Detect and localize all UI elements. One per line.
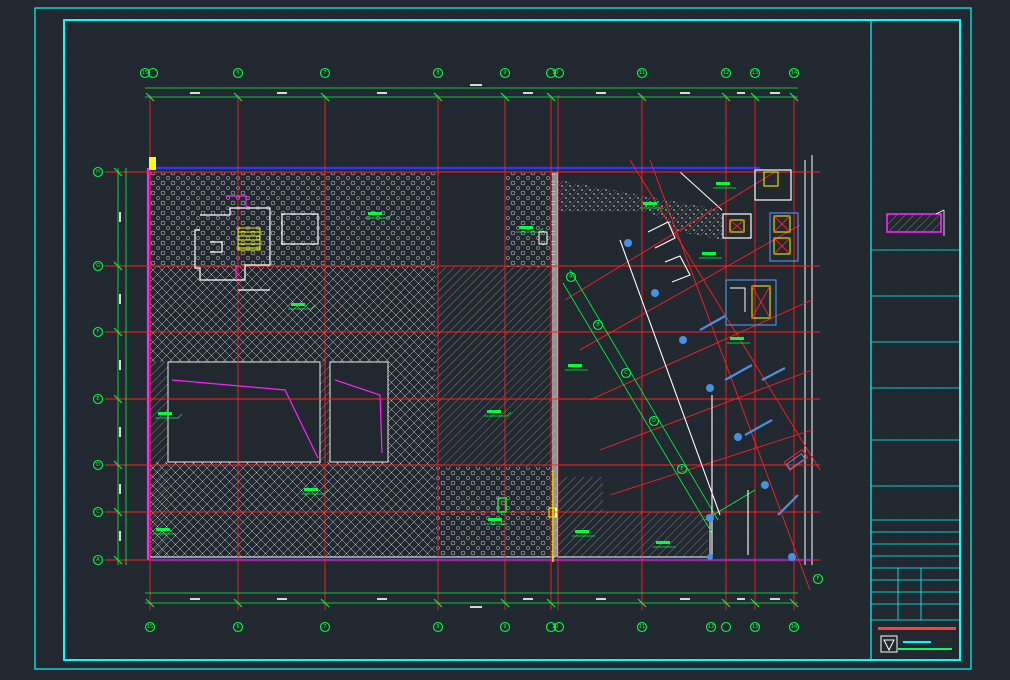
axis-bottom-8: 8	[436, 624, 439, 630]
axis-top-9: 9	[503, 70, 506, 76]
axis-top-12: 12	[723, 70, 729, 76]
axis-top-8: 8	[436, 70, 439, 76]
axis-top-10: 10	[552, 70, 558, 76]
axis-top-15: 15	[142, 70, 148, 76]
axis-diag-E: E	[680, 466, 683, 472]
axis-bottom-14: 14	[791, 624, 797, 630]
axis-bottom-15: 15	[147, 624, 153, 630]
axis-top-13: 13	[752, 70, 758, 76]
axis-bottom-13: 13	[752, 624, 758, 630]
axis-left-H: H	[96, 169, 100, 175]
axis-left-A: A	[96, 557, 100, 563]
axis-bottom-10: 10	[552, 624, 558, 630]
axis-bottom-7: 7	[323, 624, 326, 630]
axis-diag-R: R	[569, 274, 573, 280]
axis-left-E: E	[96, 396, 99, 402]
axis-left-D: D	[96, 462, 100, 468]
axis-diag-F: F	[817, 576, 820, 582]
axis-left-C: C	[96, 509, 100, 515]
axis-diag-D: D	[652, 418, 656, 424]
axis-diag-C: C	[624, 370, 628, 376]
axis-top-7: 7	[323, 70, 326, 76]
axis-bottom-11: 11	[639, 624, 645, 630]
axis-bottom-9: 9	[503, 624, 506, 630]
voids	[167, 361, 389, 463]
cad-drawing: 15 6 7 8 9 10 11 12 13 14 15 6 7 8 9 10 …	[0, 0, 1010, 680]
axis-top-11: 11	[639, 70, 645, 76]
axis-top-6: 6	[236, 70, 239, 76]
axis-bottom-12: 12	[708, 624, 714, 630]
hatched-rectangle-swatch	[886, 209, 945, 236]
axis-left-G: G	[96, 263, 100, 269]
axis-left-F: F	[97, 329, 100, 335]
axis-diag-B: B	[596, 322, 600, 328]
axis-bottom-6: 6	[236, 624, 239, 630]
axis-top-14: 14	[791, 70, 797, 76]
